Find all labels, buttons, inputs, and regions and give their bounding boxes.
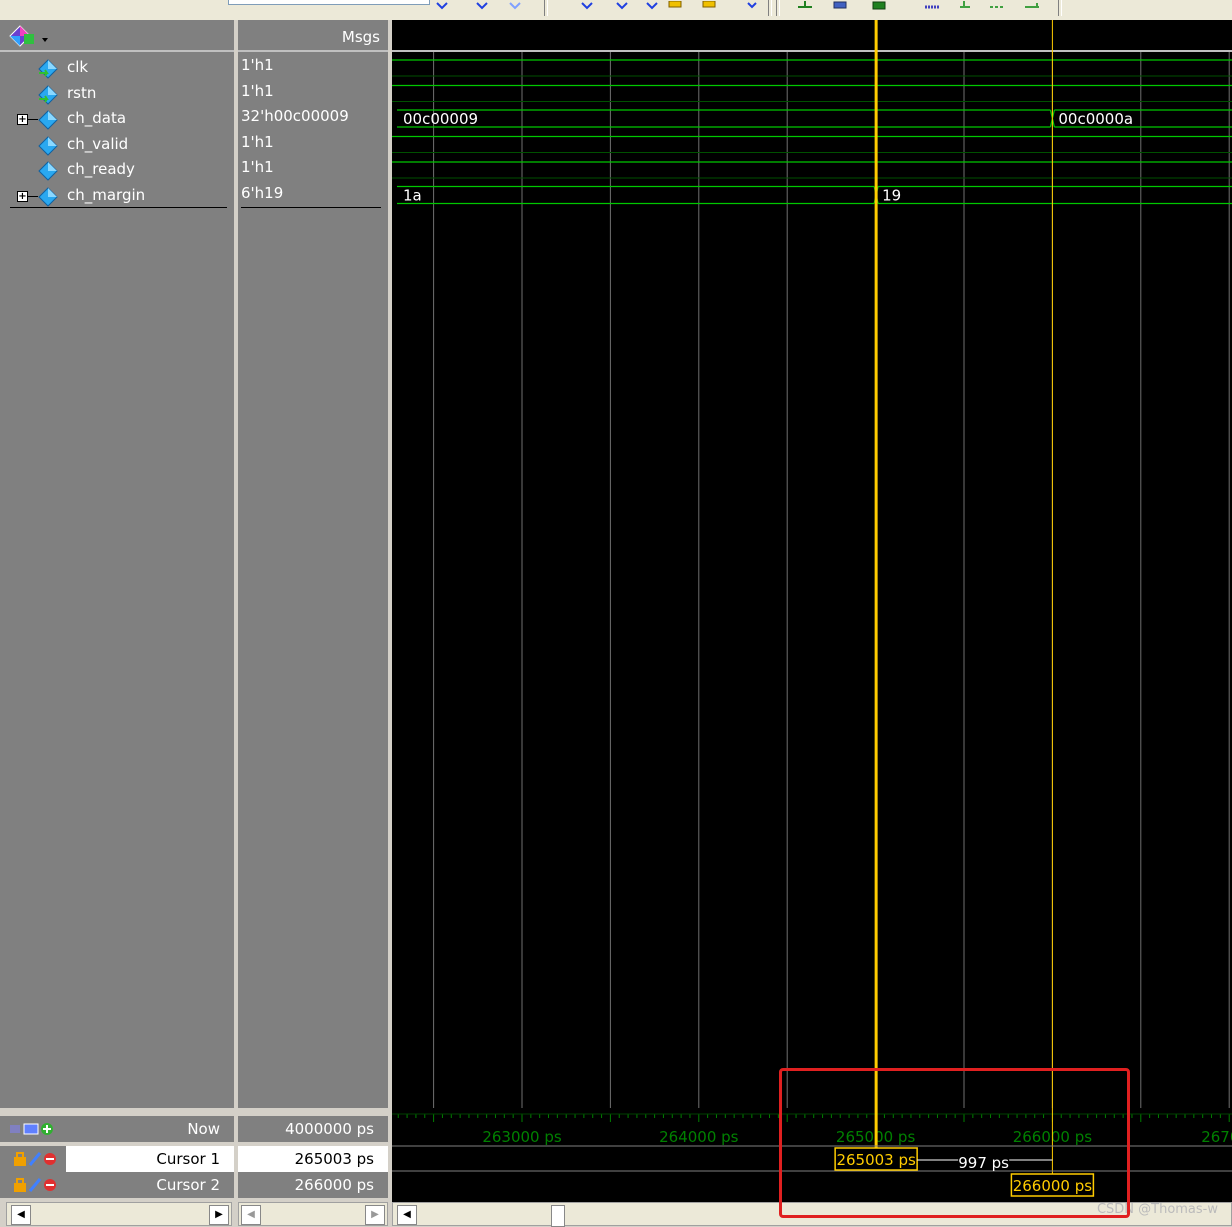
signal-name: ch_valid bbox=[67, 134, 129, 153]
signal-row-ch_valid[interactable]: ch_valid bbox=[0, 133, 234, 158]
selection-underline bbox=[241, 207, 381, 208]
names-header bbox=[0, 20, 234, 52]
cursor2-icons bbox=[14, 1178, 56, 1192]
cursor-2-tag-text: 266000 ps bbox=[1013, 1177, 1093, 1195]
find-edge-icon[interactable] bbox=[508, 1, 522, 11]
scroll-right-button[interactable]: ▶ bbox=[209, 1205, 229, 1225]
toolbar bbox=[0, 0, 1232, 21]
signal-value[interactable]: 1'h1 bbox=[241, 133, 274, 158]
edge-up-icon[interactable] bbox=[645, 1, 659, 11]
waveform-pane[interactable]: 00c00009 00c0000a 1a 19 bbox=[392, 20, 1232, 1108]
now-value: 4000000 ps bbox=[285, 1120, 374, 1138]
now-row: Now bbox=[0, 1116, 234, 1142]
find-next-icon[interactable] bbox=[475, 1, 489, 11]
signal-name: ch_ready bbox=[67, 160, 135, 178]
signal-row-ch_margin[interactable]: + ch_margin bbox=[0, 184, 234, 209]
signal-value[interactable]: 1'h1 bbox=[241, 82, 274, 107]
time-tick-label: 263000 ps bbox=[482, 1128, 562, 1146]
now-label: Now bbox=[187, 1120, 220, 1138]
tree-line bbox=[28, 119, 38, 120]
scroll-thumb[interactable] bbox=[551, 1205, 565, 1227]
signal-value[interactable]: 32'h00c00009 bbox=[241, 107, 349, 132]
input-signal-icon bbox=[38, 84, 58, 105]
bus-value-before: 1a bbox=[403, 187, 422, 205]
cursor2-value: 266000 ps bbox=[294, 1176, 374, 1194]
bookmark-icon[interactable] bbox=[668, 1, 682, 11]
time-tick-label: 264000 ps bbox=[659, 1128, 739, 1146]
cursor-panel: Now 4000000 ps Cursor 1 265003 ps Cursor… bbox=[0, 1108, 1232, 1202]
zoom-combo[interactable] bbox=[228, 0, 430, 5]
wave-run-icon[interactable] bbox=[872, 1, 886, 11]
time-tick-label: 26700 bbox=[1201, 1128, 1232, 1146]
scroll-left-button[interactable]: ◀ bbox=[11, 1205, 31, 1225]
now-value-cell: 4000000 ps bbox=[238, 1116, 388, 1142]
scrollbar-row: ◀ ▶ ◀ ▶ ◀ bbox=[0, 1202, 1232, 1227]
wave-zoom-icon[interactable] bbox=[798, 1, 812, 11]
wave-stretch-icon[interactable] bbox=[1025, 1, 1039, 11]
cursor2-label: Cursor 2 bbox=[156, 1176, 220, 1194]
signal-names-pane: clk rstn + ch_data ch_valid ch_ready + ch_margi… bbox=[0, 20, 234, 1108]
toolbar-separator bbox=[544, 0, 548, 16]
wave-edge-icon[interactable] bbox=[990, 1, 1004, 11]
now-icons bbox=[10, 1123, 53, 1135]
cursor1-value-cell[interactable]: 265003 ps bbox=[238, 1146, 388, 1172]
signal-row-ch_data[interactable]: + ch_data bbox=[0, 107, 234, 132]
cursor1-row[interactable]: Cursor 1 bbox=[0, 1146, 234, 1172]
toolbar-separator bbox=[776, 0, 780, 16]
edge-next-icon[interactable] bbox=[615, 1, 629, 11]
bus-value-before: 00c00009 bbox=[403, 110, 478, 128]
signal-diamond-icon bbox=[38, 186, 58, 207]
edge-prev-icon[interactable] bbox=[580, 1, 594, 11]
names-scrollbar[interactable]: ◀ ▶ bbox=[6, 1202, 232, 1226]
timeline-area[interactable]: 263000 ps264000 ps265000 ps266000 ps2670… bbox=[392, 1108, 1232, 1202]
selection-underline bbox=[10, 207, 227, 208]
timeline-canvas[interactable]: 263000 ps264000 ps265000 ps266000 ps2670… bbox=[392, 1108, 1232, 1202]
wave-cursor-icon[interactable] bbox=[960, 1, 974, 11]
signal-diamond-icon bbox=[38, 161, 58, 181]
toolbar-separator bbox=[1058, 0, 1062, 16]
signal-row-clk[interactable]: clk bbox=[0, 56, 234, 81]
cursor-1-tag-text: 265003 ps bbox=[836, 1151, 916, 1169]
wave-fit-icon[interactable] bbox=[833, 1, 847, 11]
signal-value[interactable]: 1'h1 bbox=[241, 158, 274, 183]
scroll-left-button[interactable]: ◀ bbox=[397, 1205, 417, 1225]
toolbar-separator bbox=[768, 0, 772, 16]
cursor1-icons bbox=[14, 1152, 56, 1166]
scroll-left-button[interactable]: ◀ bbox=[241, 1205, 261, 1225]
dropdown-arrow-icon[interactable] bbox=[745, 1, 759, 11]
bus-value-after: 00c0000a bbox=[1058, 110, 1133, 128]
signal-diamond-icon bbox=[38, 135, 58, 156]
input-signal-icon bbox=[38, 59, 58, 79]
msgs-label: Msgs bbox=[341, 28, 380, 46]
cursor2-value-cell[interactable]: 266000 ps bbox=[238, 1172, 388, 1198]
scroll-right-button[interactable]: ▶ bbox=[365, 1205, 385, 1225]
signal-value[interactable]: 1'h1 bbox=[241, 56, 274, 81]
cursor-delta-text: 997 ps bbox=[958, 1154, 1009, 1172]
signal-name: clk bbox=[67, 58, 89, 76]
signal-row-rstn[interactable]: rstn bbox=[0, 82, 234, 107]
watermark: CSDN @Thomas-w bbox=[1096, 1202, 1218, 1217]
values-header: Msgs bbox=[238, 20, 388, 52]
waveform-canvas[interactable]: 00c00009 00c0000a 1a 19 bbox=[392, 20, 1232, 1108]
signal-name: ch_data bbox=[67, 109, 127, 127]
bookmark-add-icon[interactable] bbox=[702, 1, 716, 11]
find-previous-icon[interactable] bbox=[435, 1, 449, 11]
expand-icon[interactable]: + bbox=[17, 114, 28, 125]
signal-name: rstn bbox=[67, 83, 97, 102]
signal-values-pane: Msgs 1'h1 1'h1 32'h00c00009 1'h1 1'h1 6'h19 bbox=[238, 20, 388, 1108]
wave-add-icon[interactable] bbox=[8, 24, 50, 48]
cursor2-row[interactable]: Cursor 2 bbox=[0, 1172, 234, 1198]
bus-value-after: 19 bbox=[882, 187, 901, 205]
signal-name: ch_margin bbox=[67, 185, 146, 204]
tree-line bbox=[28, 195, 38, 197]
signal-value[interactable]: 6'h19 bbox=[241, 184, 283, 209]
signal-diamond-icon bbox=[38, 110, 58, 130]
expand-icon[interactable]: + bbox=[17, 190, 28, 202]
cursor1-label: Cursor 1 bbox=[156, 1150, 220, 1168]
values-scrollbar[interactable]: ◀ ▶ bbox=[238, 1202, 388, 1226]
cursor1-value: 265003 ps bbox=[294, 1150, 374, 1168]
wave-grid-icon[interactable] bbox=[925, 1, 939, 11]
signal-row-ch_ready[interactable]: ch_ready bbox=[0, 158, 234, 183]
